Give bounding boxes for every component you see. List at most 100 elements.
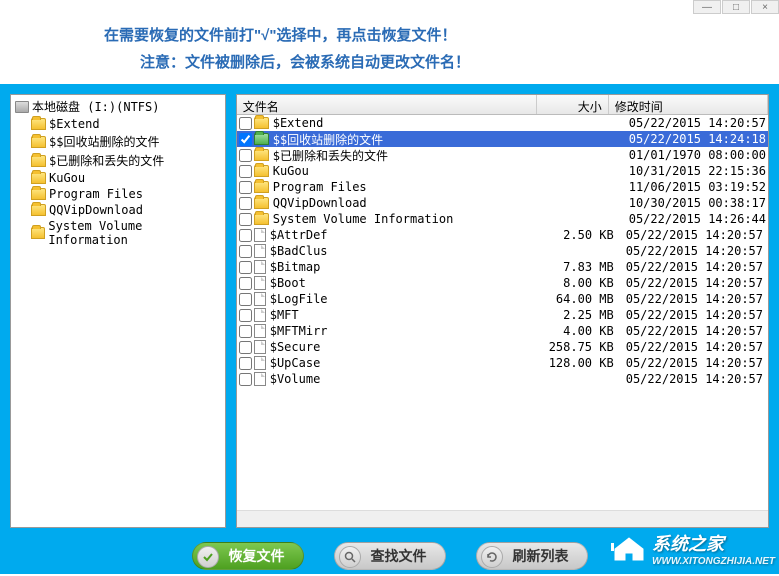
list-row[interactable]: System Volume Information05/22/2015 14:2… (237, 211, 768, 227)
list-row[interactable]: Program Files11/06/2015 03:19:52 (237, 179, 768, 195)
folder-icon (254, 197, 269, 209)
tree-item-label: Program Files (49, 187, 143, 201)
folder-icon (254, 117, 269, 129)
list-row[interactable]: QQVipDownload 10/30/2015 00:38:17 (237, 195, 768, 211)
row-date: 05/22/2015 14:20:57 (620, 244, 766, 258)
row-date: 05/22/2015 14:20:57 (620, 292, 766, 306)
folder-icon (31, 188, 46, 200)
watermark-text: 系统之家 WWW.XITONGZHIJIA.NET (652, 530, 775, 567)
tree-item[interactable]: QQVipDownload (13, 202, 223, 218)
row-name: $MFT (270, 308, 548, 322)
tree-item[interactable]: KuGou (13, 170, 223, 186)
row-checkbox[interactable] (239, 149, 252, 162)
row-date: 05/22/2015 14:20:57 (620, 308, 766, 322)
list-row[interactable]: $已删除和丢失的文件 01/01/1970 08:00:00 (237, 147, 768, 163)
row-date: 05/22/2015 14:26:44 (623, 212, 766, 226)
row-name: $$回收站删除的文件 (273, 131, 551, 148)
tree-item-label: $$回收站删除的文件 (49, 133, 159, 150)
list-row[interactable]: $Volume05/22/2015 14:20:57 (237, 371, 768, 387)
minimize-button[interactable]: — (693, 0, 721, 14)
list-row[interactable]: $BadClus05/22/2015 14:20:57 (237, 243, 768, 259)
close-button[interactable]: × (751, 0, 779, 14)
row-size: 2.25 MB (548, 308, 620, 322)
row-checkbox[interactable] (239, 165, 252, 178)
row-name: $Secure (270, 340, 548, 354)
list-row[interactable]: KuGou10/31/2015 22:15:36 (237, 163, 768, 179)
list-row[interactable]: $$回收站删除的文件 05/22/2015 14:24:18 (237, 131, 768, 147)
tree-panel[interactable]: 本地磁盘 (I:)(NTFS) $Extend $$回收站删除的文件$已删除和丢失… (10, 94, 226, 528)
tree-item[interactable]: Program Files (13, 186, 223, 202)
list-row[interactable]: $MFT2.25 MB05/22/2015 14:20:57 (237, 307, 768, 323)
row-checkbox[interactable] (239, 357, 252, 370)
file-icon (254, 324, 266, 338)
window-controls: — □ × (693, 0, 779, 14)
row-checkbox[interactable] (239, 245, 252, 258)
file-icon (254, 372, 266, 386)
list-row[interactable]: $UpCase128.00 KB05/22/2015 14:20:57 (237, 355, 768, 371)
find-button-label: 查找文件 (371, 546, 427, 566)
list-row[interactable]: $Extend05/22/2015 14:20:57 (237, 115, 768, 131)
row-checkbox[interactable] (239, 181, 252, 194)
tree-item[interactable]: $Extend (13, 116, 223, 132)
tree-item-label: QQVipDownload (49, 203, 143, 217)
tree-item-label: $Extend (49, 117, 100, 131)
header-warning: 注意：文件被删除后，会被系统自动更改文件名！ (0, 51, 779, 72)
recover-button[interactable]: 恢复文件 (192, 542, 304, 570)
row-date: 05/22/2015 14:24:18 (623, 132, 766, 146)
file-icon (254, 308, 266, 322)
list-row[interactable]: $Secure258.75 KB05/22/2015 14:20:57 (237, 339, 768, 355)
row-checkbox[interactable] (239, 117, 252, 130)
row-checkbox[interactable] (239, 213, 252, 226)
list-row[interactable]: $Bitmap7.83 MB05/22/2015 14:20:57 (237, 259, 768, 275)
file-icon (254, 292, 266, 306)
list-body[interactable]: $Extend05/22/2015 14:20:57$$回收站删除的文件 05/2… (237, 115, 768, 510)
row-name: $MFTMirr (270, 324, 548, 338)
folder-icon (254, 165, 269, 177)
file-icon (254, 244, 266, 258)
disk-icon (15, 101, 29, 113)
row-name: $Bitmap (270, 260, 548, 274)
find-button[interactable]: 查找文件 (334, 542, 446, 570)
list-row[interactable]: $MFTMirr4.00 KB05/22/2015 14:20:57 (237, 323, 768, 339)
row-name: $已删除和丢失的文件 (273, 147, 551, 164)
tree-root-label: 本地磁盘 (I:)(NTFS) (32, 98, 159, 115)
row-checkbox[interactable] (239, 293, 252, 306)
tree-root[interactable]: 本地磁盘 (I:)(NTFS) (13, 97, 223, 116)
row-date: 10/30/2015 00:38:17 (623, 196, 766, 210)
row-date: 05/22/2015 14:20:57 (620, 340, 766, 354)
row-size: 128.00 KB (548, 356, 620, 370)
horizontal-scrollbar[interactable] (237, 510, 768, 527)
folder-icon (254, 181, 269, 193)
tree-item[interactable]: System Volume Information (13, 218, 223, 248)
row-checkbox[interactable] (239, 261, 252, 274)
list-row[interactable]: $LogFile64.00 MB05/22/2015 14:20:57 (237, 291, 768, 307)
list-row[interactable]: $Boot8.00 KB05/22/2015 14:20:57 (237, 275, 768, 291)
file-icon (254, 228, 266, 242)
row-checkbox[interactable] (239, 229, 252, 242)
row-date: 01/01/1970 08:00:00 (623, 148, 766, 162)
row-date: 05/22/2015 14:20:57 (620, 356, 766, 370)
house-icon (611, 536, 647, 562)
row-checkbox[interactable] (239, 341, 252, 354)
row-checkbox[interactable] (239, 325, 252, 338)
tree-item[interactable]: $$回收站删除的文件 (13, 132, 223, 151)
row-checkbox[interactable] (239, 373, 252, 386)
folder-icon (31, 172, 46, 184)
maximize-button[interactable]: □ (722, 0, 750, 14)
tree-item[interactable]: $已删除和丢失的文件 (13, 151, 223, 170)
row-checkbox[interactable] (239, 309, 252, 322)
row-checkbox[interactable] (239, 197, 252, 210)
column-header-name[interactable]: 文件名 (237, 95, 537, 114)
column-header-date[interactable]: 修改时间 (609, 95, 768, 114)
row-name: Program Files (273, 180, 551, 194)
column-header-size[interactable]: 大小 (537, 95, 609, 114)
header-instruction: 在需要恢复的文件前打"√"选择中，再点击恢复文件！ (0, 24, 779, 45)
row-checkbox[interactable] (239, 133, 252, 146)
row-name: QQVipDownload (273, 196, 551, 210)
list-header: 文件名 大小 修改时间 (237, 95, 768, 115)
row-checkbox[interactable] (239, 277, 252, 290)
list-row[interactable]: $AttrDef2.50 KB05/22/2015 14:20:57 (237, 227, 768, 243)
refresh-button[interactable]: 刷新列表 (476, 542, 588, 570)
folder-icon (31, 155, 46, 167)
file-icon (254, 260, 266, 274)
